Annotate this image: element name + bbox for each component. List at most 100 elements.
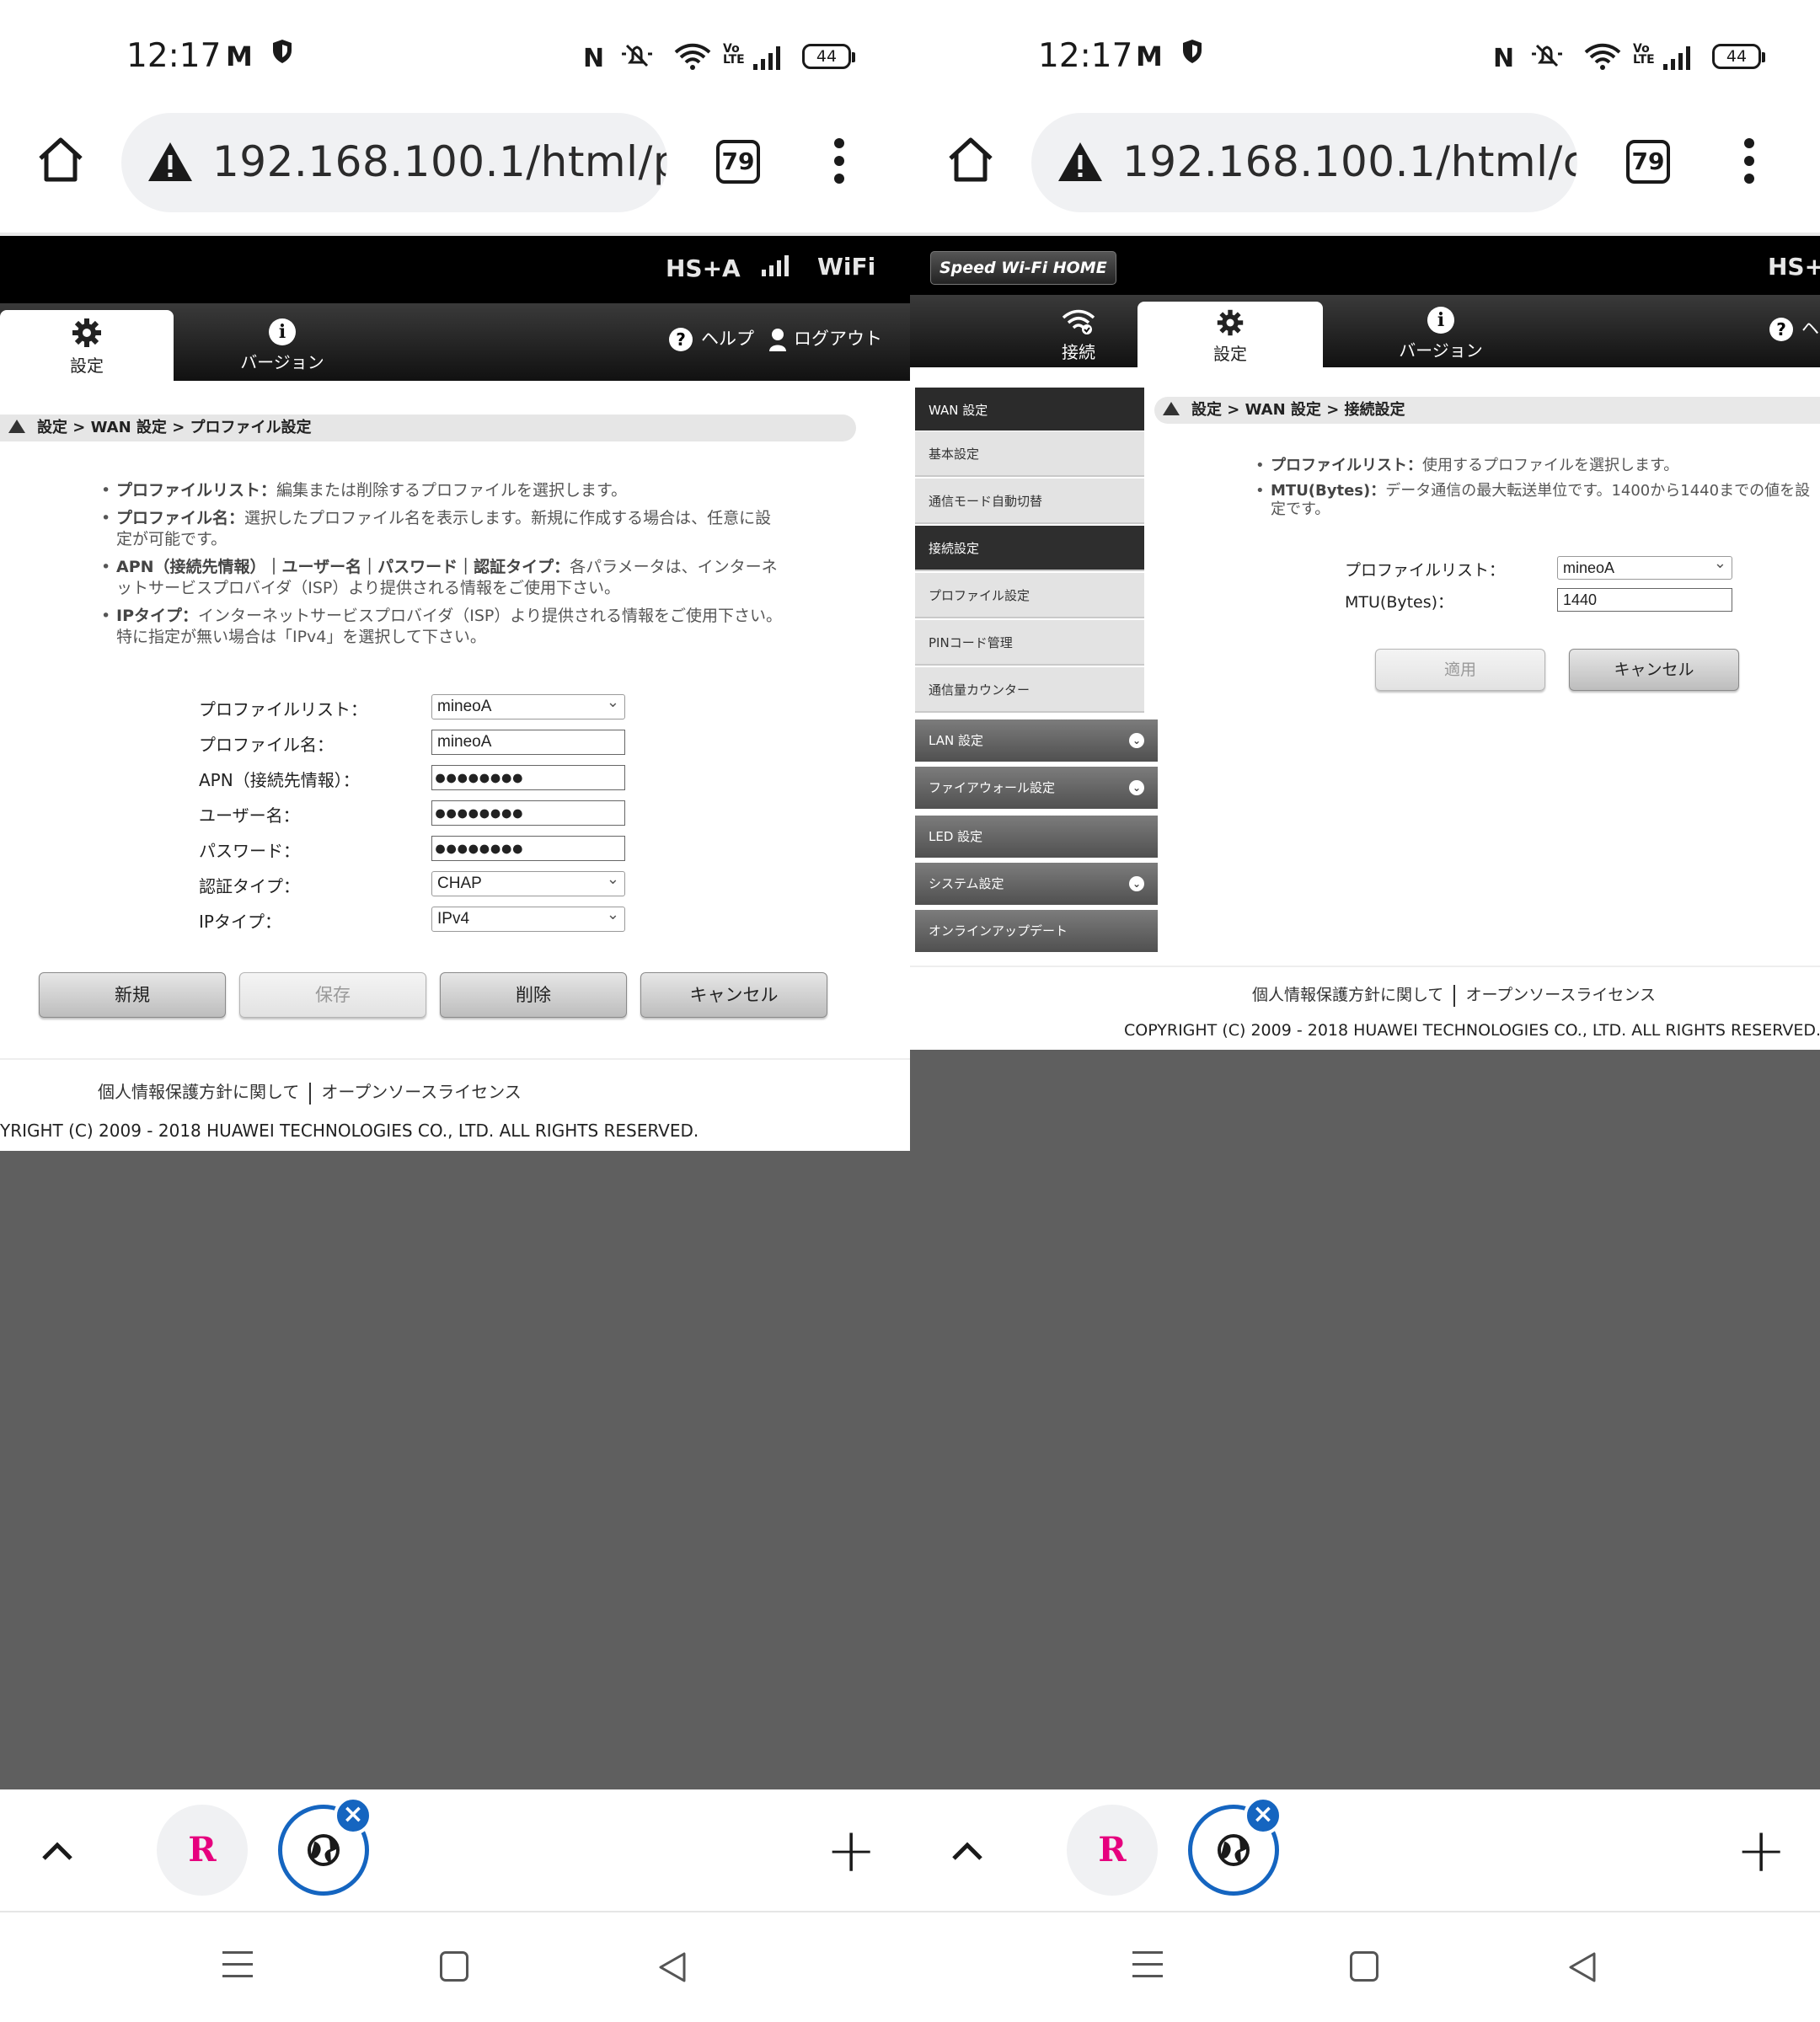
rakuten-tab[interactable]: R [157, 1805, 248, 1896]
username-label: ユーザー名： [199, 805, 300, 826]
mute-icon [618, 42, 656, 72]
info-icon: i [269, 318, 296, 345]
sidebar-item-profile[interactable]: プロファイル設定 [915, 573, 1144, 618]
new-button[interactable]: 新規 [39, 972, 226, 1018]
oss-link[interactable]: オープンソースライセンス [1465, 986, 1656, 1004]
save-button[interactable]: 保存 [239, 972, 426, 1018]
auth-type-label: 認証タイプ： [199, 876, 300, 896]
copyright: COPYRIGHT (C) 2009 - 2018 HUAWEI TECHNOL… [1124, 1021, 1820, 1040]
help-link[interactable]: ? ヘルプ [669, 325, 754, 351]
home-icon[interactable] [945, 135, 996, 189]
warning-icon[interactable] [147, 141, 194, 186]
recent-apps-icon[interactable] [1132, 1951, 1163, 1987]
username-input[interactable]: ●●●●●●●● [431, 800, 625, 826]
home-nav-icon[interactable] [440, 1951, 468, 1982]
bottom-tab-bar [0, 1789, 910, 1911]
sidebar-item-pin[interactable]: PINコード管理 [915, 620, 1144, 666]
wifi-icon [1584, 42, 1621, 74]
tab-version[interactable]: i バージョン [211, 310, 354, 381]
nfc-icon: N [583, 44, 605, 73]
info-icon: i [1427, 307, 1454, 334]
profile-name-input[interactable]: mineoA [431, 730, 625, 755]
list-item: MTU(Bytes)：データ通信の最大転送単位です。1400から1440までの値… [1255, 482, 1820, 519]
profile-name-label: プロファイル名： [199, 735, 334, 755]
sidebar-group-update[interactable]: オンラインアップデート [915, 910, 1158, 957]
tab-connect-label: 接続 [1062, 342, 1095, 362]
url-bar[interactable]: 192.168.100.1/html/pro [121, 113, 667, 212]
copyright: YRIGHT (C) 2009 - 2018 HUAWEI TECHNOLOGI… [0, 1121, 699, 1141]
sidebar-group-system[interactable]: システム設定 ⌄ [915, 863, 1158, 910]
warning-icon [8, 420, 25, 433]
help-link[interactable]: ? ヘ [1769, 315, 1819, 341]
shield-icon [271, 39, 293, 67]
sidebar-item-connection[interactable]: 接続設定 [915, 526, 1144, 571]
delete-button[interactable]: 削除 [440, 972, 627, 1018]
new-tab-icon[interactable]: + [826, 1820, 876, 1880]
battery-icon: 44 [802, 44, 855, 69]
privacy-link[interactable]: 個人情報保護方針に関して [98, 1082, 299, 1102]
back-icon[interactable] [657, 1951, 688, 1987]
close-tab-icon[interactable]: × [1244, 1796, 1282, 1835]
cancel-button[interactable]: キャンセル [640, 972, 827, 1018]
warning-icon[interactable] [1057, 141, 1104, 186]
sidebar-item-traffic[interactable]: 通信量カウンター [915, 667, 1144, 713]
recent-apps-icon[interactable] [222, 1951, 253, 1987]
footer-links: 個人情報保護方針に関して オープンソースライセンス [1252, 982, 1656, 1007]
sidebar-head-wan[interactable]: WAN 設定 [915, 388, 1144, 433]
chevron-up-icon[interactable] [40, 1840, 74, 1865]
list-item: IPタイプ：インターネットサービスプロバイダ（ISP）より提供される情報をご使用… [101, 606, 784, 648]
mtu-input[interactable]: 1440 [1557, 588, 1732, 612]
sidebar-item-basic[interactable]: 基本設定 [915, 431, 1144, 477]
nfc-icon: N [1493, 44, 1515, 73]
empty-page-area [910, 1050, 1820, 1789]
help-list: プロファイルリスト：編集または削除するプロファイルを選択します。 プロファイル名… [101, 480, 784, 655]
auth-type-select[interactable]: CHAP [431, 867, 625, 896]
gmail-icon: M [1136, 40, 1163, 72]
tab-version[interactable]: i バージョン [1365, 302, 1517, 372]
user-icon [769, 329, 786, 351]
rakuten-tab[interactable]: R [1067, 1805, 1158, 1896]
sidebar-group-firewall[interactable]: ファイアウォール設定 ⌄ [915, 767, 1158, 814]
apply-button[interactable]: 適用 [1375, 649, 1545, 691]
wifi-icon [674, 42, 711, 74]
sidebar-group-lan[interactable]: LAN 設定 ⌄ [915, 719, 1158, 767]
privacy-link[interactable]: 個人情報保護方針に関して [1252, 986, 1443, 1004]
sidebar-group-led[interactable]: LED 設定 [915, 816, 1158, 863]
url-text: 192.168.100.1/html/pro [212, 137, 667, 186]
bottom-tab-bar [910, 1789, 1820, 1911]
sidebar-item-mode-switch[interactable]: 通信モード自動切替 [915, 479, 1144, 524]
profile-list-label: プロファイルリスト： [199, 699, 367, 719]
cancel-button[interactable]: キャンセル [1569, 649, 1739, 691]
breadcrumb: 設定 > WAN 設定 > 接続設定 [1154, 397, 1820, 424]
logout-link[interactable]: ログアウト [768, 325, 882, 351]
tab-settings[interactable]: 設定 [1138, 302, 1323, 367]
profile-list-select[interactable]: mineoA [431, 690, 625, 719]
tab-version-label: バージョン [1399, 340, 1483, 361]
chevron-up-icon[interactable] [950, 1840, 984, 1865]
list-item: プロファイルリスト：編集または削除するプロファイルを選択します。 [101, 480, 784, 501]
signal-icon [1662, 44, 1695, 74]
home-icon[interactable] [35, 135, 86, 189]
close-tab-icon[interactable]: × [334, 1796, 372, 1835]
tab-count-button[interactable]: 79 [716, 140, 760, 184]
more-menu-icon[interactable] [832, 138, 846, 191]
password-input[interactable]: ●●●●●●●● [431, 836, 625, 861]
chevron-down-icon: ⌄ [1129, 876, 1144, 891]
profile-list-select[interactable]: mineoA [1557, 552, 1732, 580]
url-bar[interactable]: 192.168.100.1/html/cor [1031, 113, 1577, 212]
oss-link[interactable]: オープンソースライセンス [321, 1082, 521, 1102]
speed-wifi-home-logo: Speed Wi-Fi HOME [930, 251, 1116, 285]
tab-count-button[interactable]: 79 [1626, 140, 1670, 184]
apn-input[interactable]: ●●●●●●●● [431, 765, 625, 790]
back-icon[interactable] [1567, 1951, 1598, 1987]
tab-settings[interactable]: 設定 [0, 310, 174, 381]
ip-type-select[interactable]: IPv4 [431, 902, 625, 932]
tab-connect[interactable]: 接続 [1011, 302, 1146, 372]
profile-list-label: プロファイルリスト： [1345, 561, 1506, 580]
more-menu-icon[interactable] [1742, 138, 1756, 191]
hs-plus-logo: HS+ [1768, 253, 1820, 281]
new-tab-icon[interactable]: + [1736, 1820, 1786, 1880]
home-nav-icon[interactable] [1350, 1951, 1378, 1982]
wifi-logo: WiFi [817, 253, 876, 281]
breadcrumb: 設定 > WAN 設定 > プロファイル設定 [0, 415, 856, 441]
